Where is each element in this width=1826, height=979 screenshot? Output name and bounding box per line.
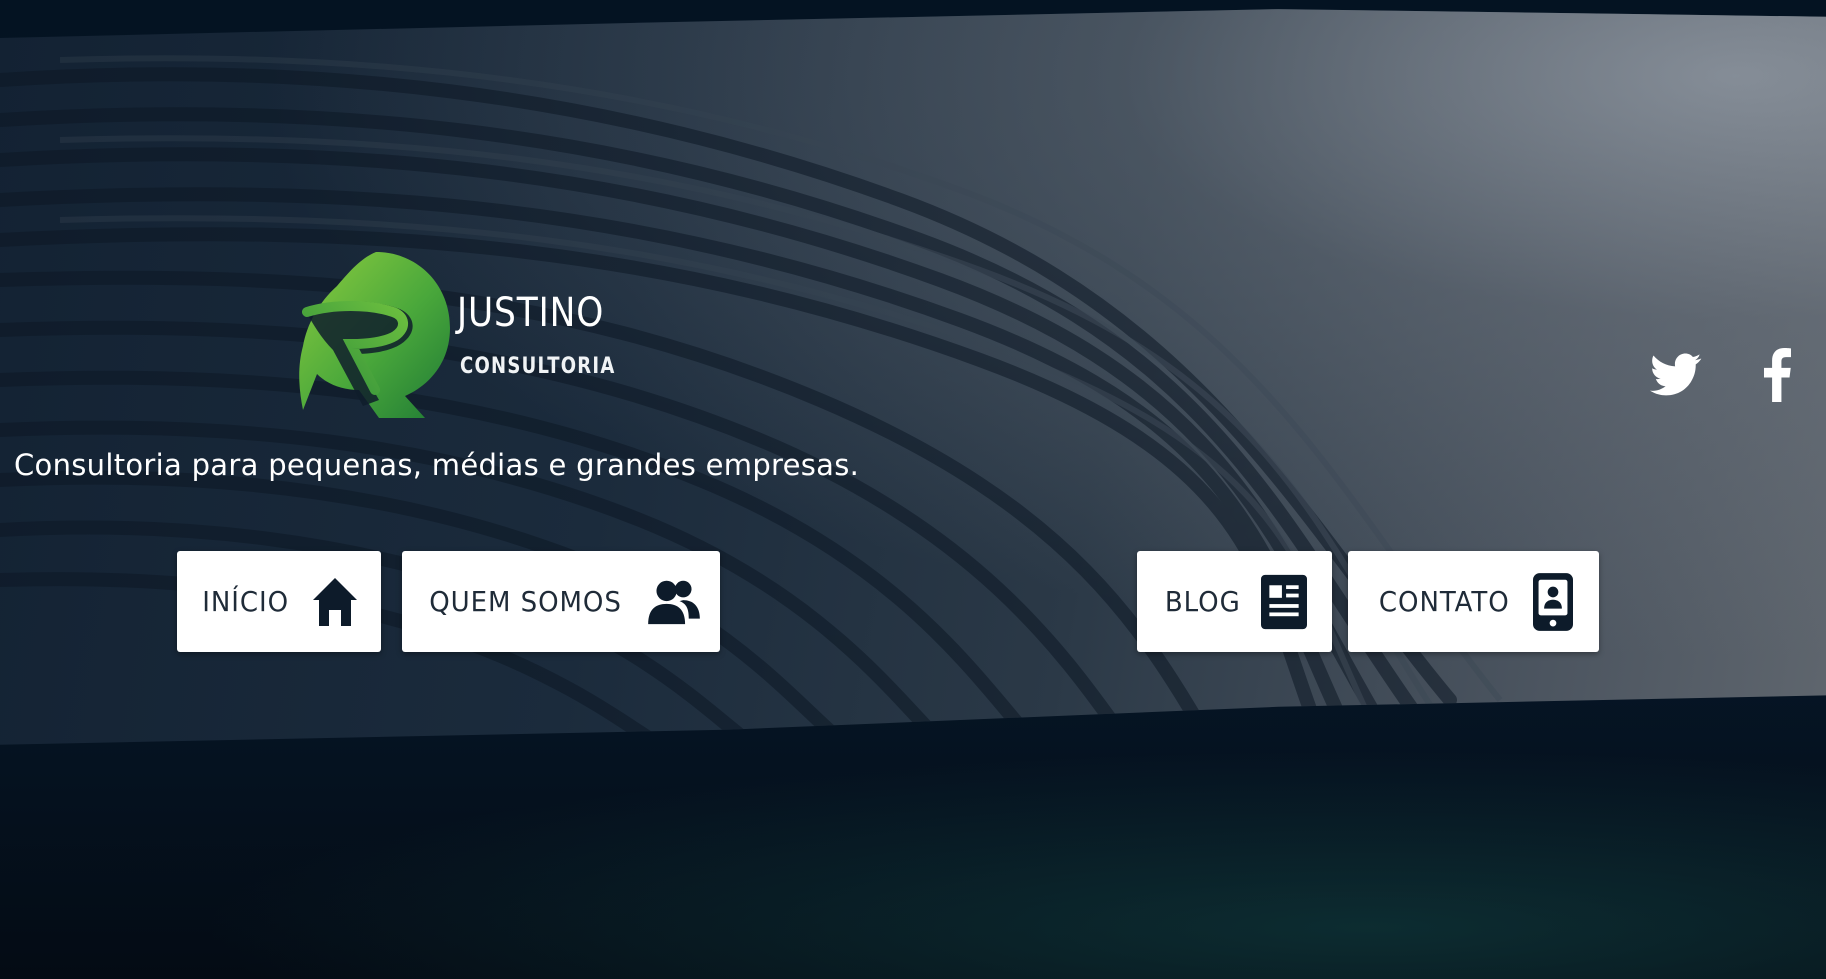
home-icon — [311, 576, 359, 628]
r-swoosh-logo-icon — [299, 252, 450, 418]
nav-label-contato: CONTATO — [1379, 585, 1510, 618]
nav-button-blog[interactable]: BLOG — [1137, 551, 1332, 652]
tagline: Consultoria para pequenas, médias e gran… — [14, 448, 860, 482]
brand-name: JUSTINO — [457, 290, 605, 336]
nav-button-contato[interactable]: CONTATO — [1348, 551, 1599, 652]
nav-label-quem-somos: QUEM SOMOS — [429, 585, 623, 618]
newspaper-icon — [1261, 574, 1308, 630]
twitter-icon — [1650, 353, 1702, 396]
brand-logo[interactable]: JUSTINO CONSULTORIA — [297, 250, 627, 420]
twitter-link[interactable] — [1648, 345, 1704, 405]
nav-button-quem-somos[interactable]: QUEM SOMOS — [402, 551, 720, 652]
nav-label-blog: BLOG — [1164, 585, 1241, 618]
brand-subtitle: CONSULTORIA — [460, 354, 616, 379]
nav-label-inicio: INÍCIO — [202, 585, 290, 618]
nav-button-inicio[interactable]: INÍCIO — [177, 551, 381, 652]
facebook-icon — [1763, 348, 1791, 402]
mobile-contact-icon — [1532, 572, 1573, 631]
lower-section-glow — [0, 720, 1826, 979]
facebook-link[interactable] — [1752, 345, 1802, 405]
users-icon — [647, 578, 700, 626]
